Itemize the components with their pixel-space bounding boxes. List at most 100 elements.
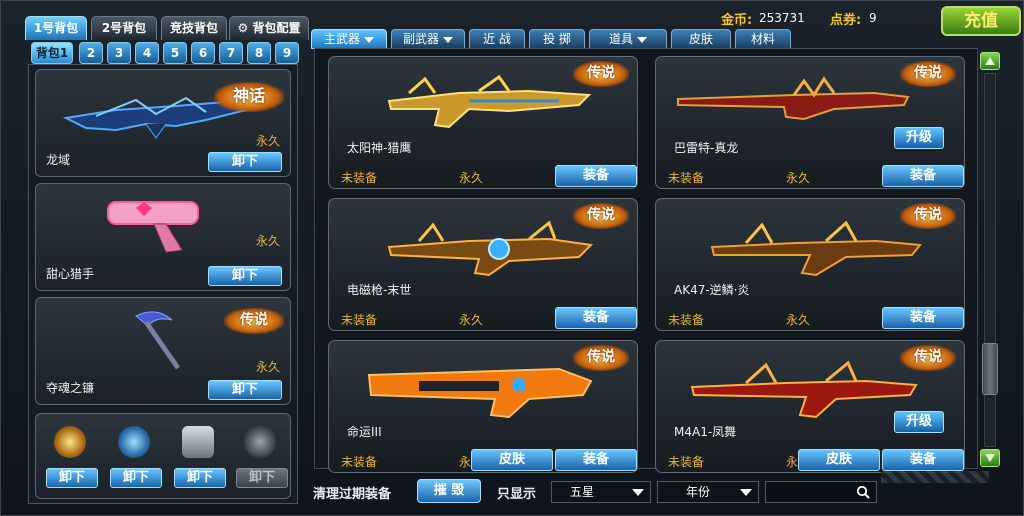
weapon-name: M4A1-凤舞 [674, 425, 737, 439]
subbag-tab-1[interactable]: 背包1 [31, 42, 73, 64]
chevron-down-icon [632, 489, 644, 496]
legend-badge: 传说 [900, 203, 956, 229]
equipped-slot-secondary[interactable]: 永久 甜心猎手 卸下 [35, 183, 291, 291]
unequip-button[interactable]: 卸下 [174, 468, 226, 488]
weapon-name: 电磁枪-末世 [347, 283, 412, 297]
weapon-image-barrett-true-dragon [677, 76, 910, 121]
equip-status: 未装备 [341, 455, 378, 469]
show-only-label: 只显示 [497, 487, 537, 502]
scroll-down-button[interactable] [980, 449, 1000, 467]
unequip-button[interactable]: 卸下 [208, 380, 282, 400]
equip-button[interactable]: 装备 [882, 165, 964, 187]
subbag-tab-5[interactable]: 5 [163, 42, 187, 64]
weapon-card[interactable]: 传说 命运III 未装备 永久 皮肤 装备 [328, 340, 638, 473]
unequip-button[interactable]: 卸下 [46, 468, 98, 488]
tab-bag-arena[interactable]: 竞技背包 [161, 16, 227, 40]
coin-value: 253731 [759, 11, 805, 25]
legend-badge: 传说 [900, 345, 956, 371]
equipped-slot-melee[interactable]: 传说 永久 夺魂之镰 卸下 [35, 297, 291, 405]
subbag-tab-8[interactable]: 8 [247, 42, 271, 64]
legend-badge: 传说 [224, 308, 284, 334]
weapon-card[interactable]: 传说 太阳神-猎鹰 未装备 永久 装备 [328, 56, 638, 189]
tab-material[interactable]: 材料 [735, 29, 791, 49]
equip-status: 未装备 [341, 313, 378, 327]
weapon-card[interactable]: 传说 升级 M4A1-凤舞 未装备 永久 皮肤 装备 [655, 340, 965, 473]
legend-badge: 传说 [573, 61, 629, 87]
equip-button[interactable]: 装备 [555, 307, 637, 329]
tab-bag-1[interactable]: 1号背包 [25, 16, 87, 40]
unequip-button-disabled: 卸下 [236, 468, 288, 488]
slot-name: 夺魂之镰 [46, 381, 95, 395]
tab-label: 副武器 [402, 32, 439, 46]
bag-config-button[interactable]: ⚙ 背包配置 [229, 16, 309, 40]
tab-secondary-weapon[interactable]: 副武器 [391, 29, 465, 49]
equipped-slot-primary[interactable]: 神话 永久 龙域 卸下 [35, 69, 291, 177]
legend-badge: 传说 [573, 345, 629, 371]
mythic-badge: 神话 [214, 82, 284, 112]
equip-button[interactable]: 装备 [882, 307, 964, 329]
recharge-button[interactable]: 充值 [941, 6, 1021, 36]
weapon-image-ak47-reverse-scale [710, 220, 922, 277]
item-slot-3[interactable]: 卸下 [172, 422, 226, 500]
weapon-image-railgun-apocalypse [387, 220, 594, 277]
weapon-name: 太阳神-猎鹰 [347, 141, 412, 155]
unequip-button[interactable]: 卸下 [208, 266, 282, 286]
subbag-tab-7[interactable]: 7 [219, 42, 243, 64]
tab-throwable[interactable]: 投 掷 [529, 29, 585, 49]
equip-button[interactable]: 装备 [555, 449, 637, 471]
legend-badge: 传说 [573, 203, 629, 229]
equip-button[interactable]: 装备 [882, 449, 964, 471]
weapon-card[interactable]: 传说 AK47-逆鳞·炎 未装备 永久 装备 [655, 198, 965, 331]
equip-button[interactable]: 装备 [555, 165, 637, 187]
throwables-strip: 卸下 卸下 卸下 卸下 [35, 413, 291, 499]
slot-duration: 永久 [255, 234, 280, 248]
search-icon[interactable] [856, 485, 870, 499]
tab-melee[interactable]: 近 战 [469, 29, 525, 49]
inventory-window: 1号背包 2号背包 竞技背包 ⚙ 背包配置 背包1 2 3 4 5 6 7 8 … [0, 0, 1024, 516]
weapon-name: AK47-逆鳞·炎 [674, 283, 750, 297]
upgrade-button[interactable]: 升级 [894, 411, 944, 433]
tab-label: 道具 [608, 32, 633, 46]
equip-status: 未装备 [668, 455, 705, 469]
frag-grenade-icon [244, 426, 276, 458]
unequip-button[interactable]: 卸下 [110, 468, 162, 488]
tab-primary-weapon[interactable]: 主武器 [311, 29, 387, 49]
arrow-down-icon [985, 454, 995, 462]
weapon-card[interactable]: 传说 升级 巴雷特-真龙 未装备 永久 装备 [655, 56, 965, 189]
unequip-button[interactable]: 卸下 [208, 152, 282, 172]
star-filter-select[interactable]: 五星 [551, 481, 651, 503]
item-slot-2[interactable]: 卸下 [108, 422, 162, 500]
search-input[interactable] [765, 481, 877, 503]
year-filter-select[interactable]: 年份 [657, 481, 759, 503]
coupon-label: 点券: [830, 13, 862, 28]
weapon-image-sweetheart-hunter [107, 201, 199, 253]
scroll-up-button[interactable] [980, 52, 1000, 70]
weapon-card[interactable]: 传说 电磁枪-末世 未装备 永久 装备 [328, 198, 638, 331]
scrollbar-thumb[interactable] [982, 343, 998, 395]
skin-button[interactable]: 皮肤 [798, 449, 880, 471]
subbag-tab-4[interactable]: 4 [135, 42, 159, 64]
subbag-tab-6[interactable]: 6 [191, 42, 215, 64]
clear-expired-label: 清理过期装备 [313, 487, 392, 502]
slot-duration: 永久 [255, 360, 280, 374]
weapon-image-fate-iii [367, 367, 593, 419]
subbag-tab-9[interactable]: 9 [275, 42, 299, 64]
upgrade-button[interactable]: 升级 [894, 127, 944, 149]
weapon-list: 传说 太阳神-猎鹰 未装备 永久 装备 传说 升级 巴雷特-真龙 未装备 永久 … [314, 48, 978, 473]
tab-props[interactable]: 道具 [589, 29, 667, 49]
weapon-image-soul-scythe [135, 311, 181, 370]
subbag-tab-3[interactable]: 3 [107, 42, 131, 64]
item-slot-1[interactable]: 卸下 [44, 422, 98, 500]
subbag-tab-2[interactable]: 2 [79, 42, 103, 64]
destroy-button[interactable]: 摧 毁 [417, 479, 481, 503]
weapon-name: 巴雷特-真龙 [674, 141, 739, 155]
skin-button[interactable]: 皮肤 [471, 449, 553, 471]
chevron-down-icon [637, 36, 647, 43]
star-filter-value: 五星 [570, 485, 595, 499]
tab-skin[interactable]: 皮肤 [671, 29, 731, 49]
item-slot-4: 卸下 [234, 422, 288, 500]
tab-bag-2[interactable]: 2号背包 [91, 16, 157, 40]
weapon-duration: 永久 [459, 313, 484, 327]
slot-name: 甜心猎手 [46, 267, 95, 281]
equip-status: 未装备 [341, 171, 378, 185]
